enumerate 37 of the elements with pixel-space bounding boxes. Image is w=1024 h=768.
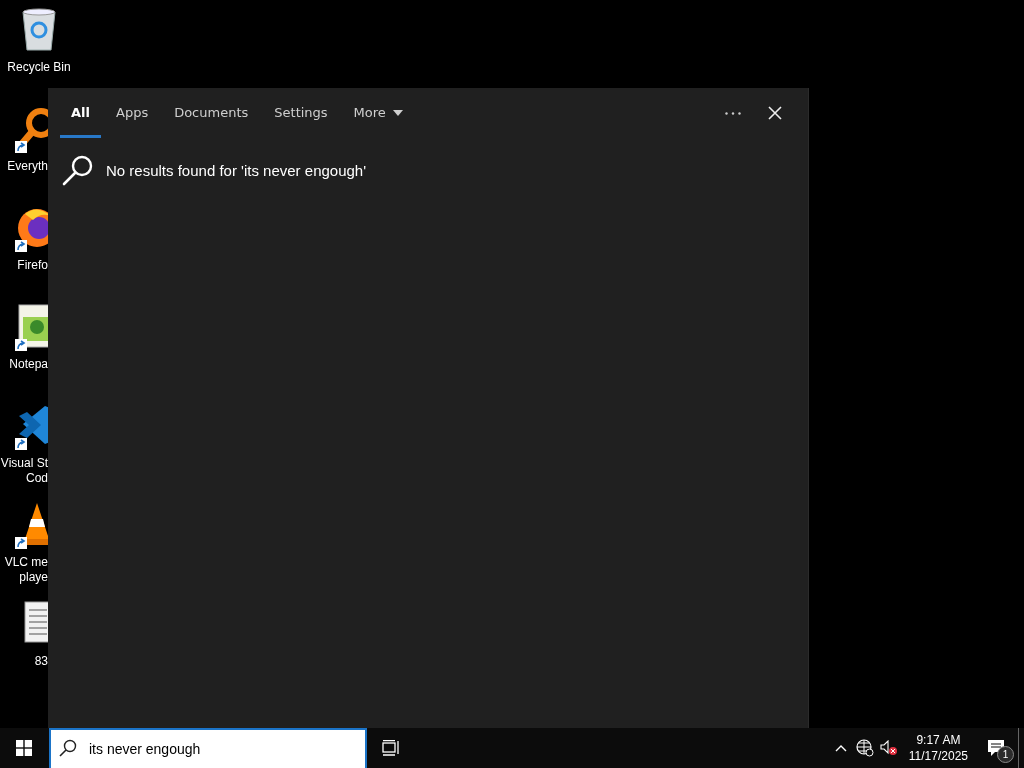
task-view-icon [382, 740, 400, 756]
action-center-button[interactable]: 1 [976, 728, 1016, 768]
muted-speaker-icon [879, 740, 898, 756]
chevron-up-icon [834, 744, 847, 752]
desktop-icon-label[interactable]: Cod [26, 471, 48, 486]
search-tab[interactable]: Settings [263, 88, 339, 138]
desktop-icon-label[interactable]: Everyth [7, 159, 48, 174]
shortcut-arrow-icon [15, 240, 27, 252]
desktop-icon-label[interactable]: 83 [34, 654, 48, 669]
windows-icon [16, 740, 32, 756]
search-icon [59, 739, 77, 757]
desktop-icon-label[interactable]: playe [19, 570, 48, 585]
no-results-message: No results found for 'its never engough' [106, 161, 367, 179]
search-tab[interactable]: More [342, 88, 414, 138]
search-tab[interactable]: Apps [105, 88, 160, 138]
date-text: 11/17/2025 [908, 748, 968, 764]
trash-bin-icon [19, 6, 59, 52]
shortcut-arrow-icon [15, 339, 27, 351]
shortcut-arrow-icon [15, 537, 27, 549]
desktop-icon-label[interactable]: Visual St [0, 456, 48, 471]
caret-icon [392, 109, 403, 116]
close-icon [768, 106, 782, 120]
desktop-icon-label[interactable]: Notepa [9, 357, 48, 372]
search-field[interactable]: its never engough [49, 728, 367, 768]
search-icon [62, 154, 94, 186]
time-text: 9:17 AM [916, 732, 961, 748]
clock[interactable]: 9:17 AM 11/17/2025 [900, 728, 976, 768]
notification-count-badge: 1 [997, 746, 1014, 763]
shortcut-arrow-icon [15, 141, 27, 153]
globe-icon [855, 739, 874, 757]
shortcut-arrow-icon [15, 438, 27, 450]
desktop-icon-label[interactable]: VLC me [4, 555, 48, 570]
search-tab[interactable]: Documents [163, 88, 260, 138]
ellipsis-icon [725, 111, 741, 115]
search-tab[interactable]: All [60, 88, 101, 138]
desktop-icon-label[interactable]: Recycle Bin [7, 60, 71, 75]
desktop-icon-label[interactable]: Firefo [17, 258, 48, 273]
